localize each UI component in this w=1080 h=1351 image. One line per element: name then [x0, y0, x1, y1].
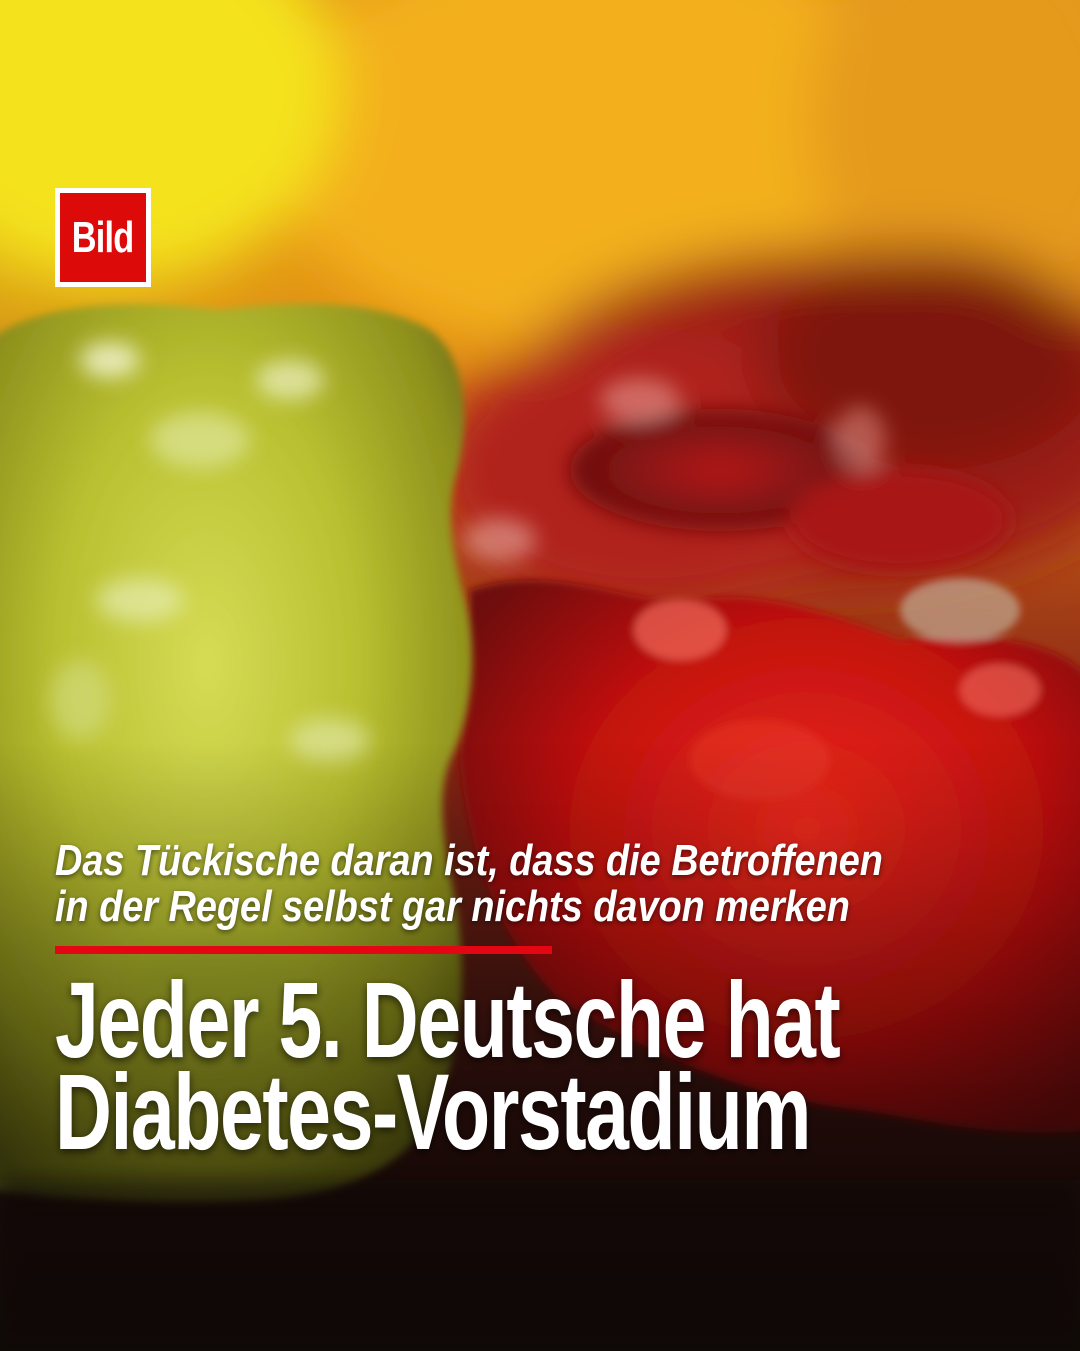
- bild-logo-text: Bild: [72, 212, 134, 262]
- headline: Jeder 5. Deutsche hat Diabetes-Vorstadiu…: [55, 966, 858, 1172]
- teaser-subline: Das Tückische daran ist, dass die Betrof…: [55, 838, 898, 930]
- subline-line-2: in der Regel selbst gar nichts davon mer…: [55, 882, 850, 931]
- headline-line-2: Diabetes-Vorstadium: [55, 1051, 811, 1172]
- bild-logo: Bild: [55, 188, 151, 287]
- subline-line-1: Das Tückische daran ist, dass die Betrof…: [55, 836, 883, 885]
- social-post-card: Bild Das Tückische daran ist, dass die B…: [0, 0, 1080, 1351]
- red-divider: [55, 946, 552, 954]
- bild-logo-box: Bild: [60, 193, 146, 282]
